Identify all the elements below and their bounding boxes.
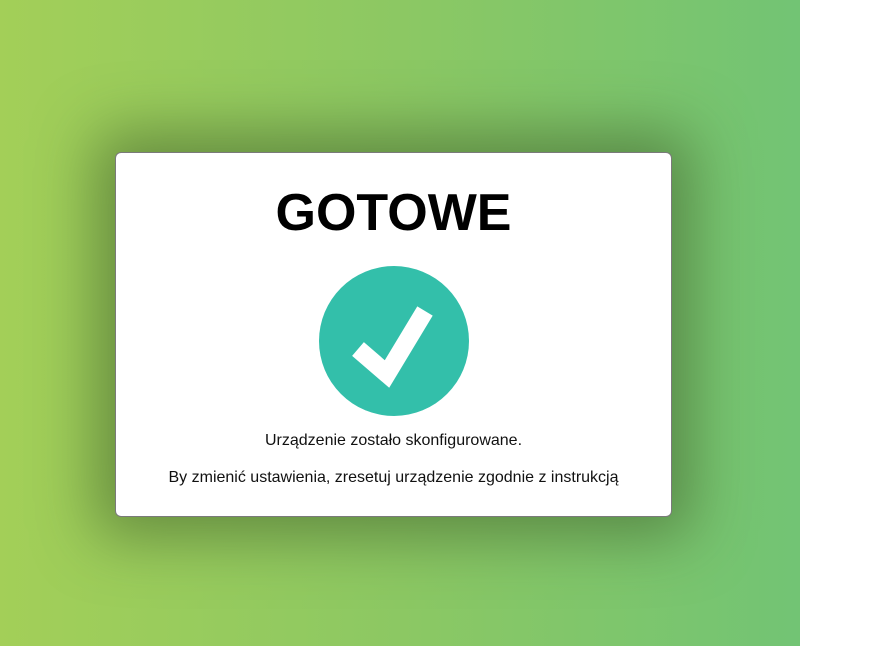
instruction-message: By zmienić ustawienia, zresetuj urządzen… xyxy=(168,469,619,486)
success-dialog: GOTOWE Urządzenie zostało skonfigurowane… xyxy=(115,152,672,517)
success-badge xyxy=(319,266,469,416)
status-message: Urządzenie zostało skonfigurowane. xyxy=(264,432,523,449)
dialog-title: GOTOWE xyxy=(275,184,512,242)
checkmark-icon xyxy=(352,306,433,388)
